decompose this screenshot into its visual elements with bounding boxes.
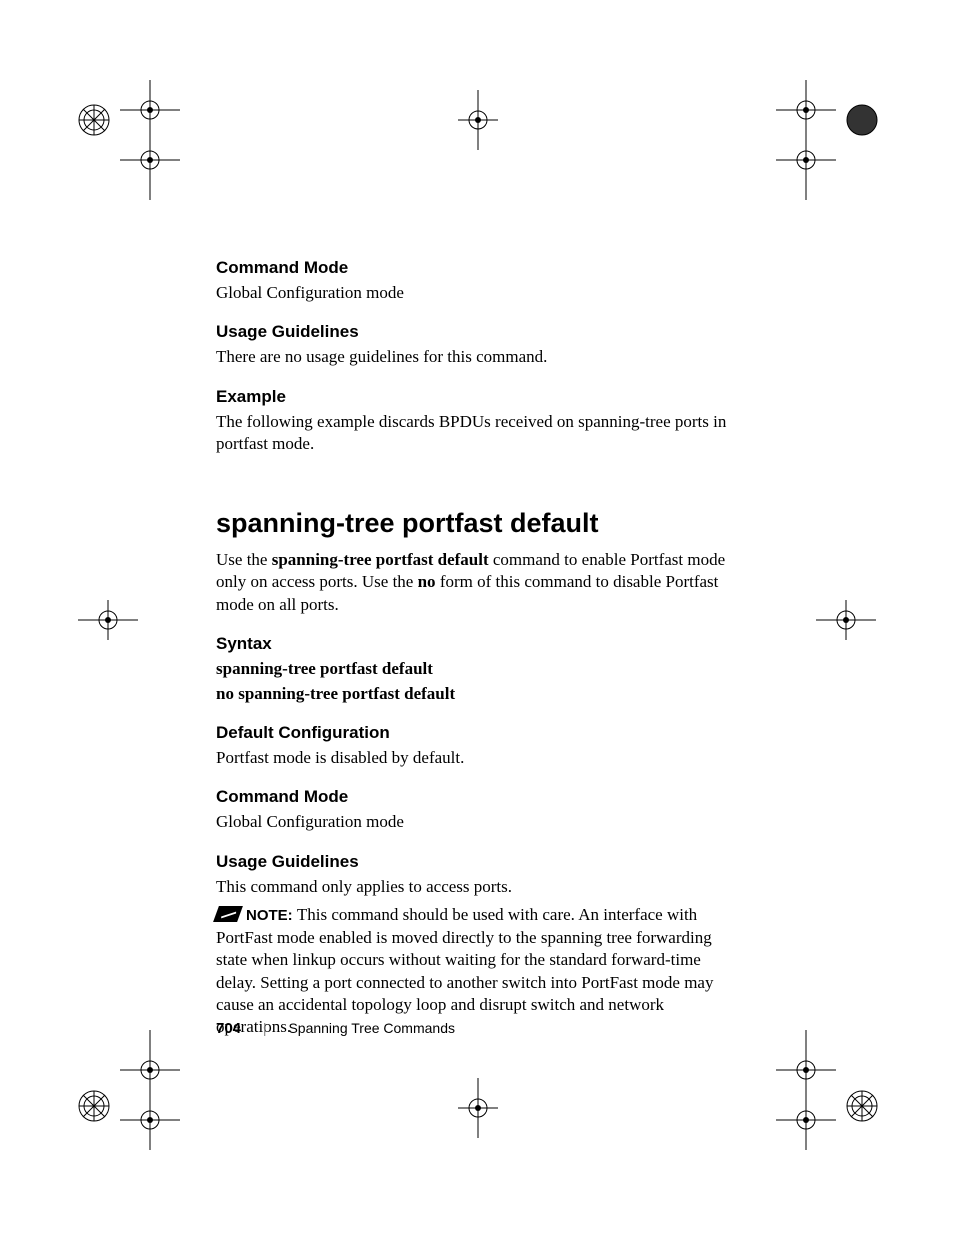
register-mark-icon [776, 80, 836, 200]
register-mark-icon [120, 1030, 180, 1150]
note-text: This command should be used with care. A… [216, 905, 713, 1036]
globe-mark-icon [846, 104, 878, 136]
text-main-intro: Use the spanning-tree portfast default c… [216, 549, 736, 616]
text-default-config: Portfast mode is disabled by default. [216, 747, 736, 769]
text-command-mode-1: Global Configuration mode [216, 282, 736, 304]
register-mark-icon [78, 600, 138, 640]
heading-default-config: Default Configuration [216, 723, 736, 743]
syntax-line-2: no spanning-tree portfast default [216, 683, 736, 705]
globe-mark-icon [78, 104, 110, 136]
register-mark-icon [458, 1078, 498, 1138]
register-mark-icon [816, 600, 876, 640]
globe-mark-icon [846, 1090, 878, 1122]
note-icon [213, 906, 243, 922]
page-footer: 704 | Spanning Tree Commands [216, 1020, 455, 1037]
syntax-line-1: spanning-tree portfast default [216, 658, 736, 680]
text-usage-1: There are no usage guidelines for this c… [216, 346, 736, 368]
text-usage-2: This command only applies to access port… [216, 876, 736, 898]
register-mark-icon [120, 80, 180, 200]
heading-main: spanning-tree portfast default [216, 508, 736, 539]
chapter-title: Spanning Tree Commands [288, 1020, 455, 1036]
globe-mark-icon [78, 1090, 110, 1122]
heading-syntax: Syntax [216, 634, 736, 654]
page-number: 704 [216, 1020, 241, 1037]
text-command-mode-2: Global Configuration mode [216, 811, 736, 833]
page-content: Command Mode Global Configuration mode U… [216, 258, 736, 1039]
text-example: The following example discards BPDUs rec… [216, 411, 736, 456]
footer-divider: | [263, 1020, 267, 1036]
note-block: NOTE: This command should be used with c… [216, 904, 736, 1039]
note-label: NOTE: [246, 907, 297, 924]
heading-command-mode-2: Command Mode [216, 787, 736, 807]
register-mark-icon [776, 1030, 836, 1150]
heading-command-mode-1: Command Mode [216, 258, 736, 278]
heading-usage-1: Usage Guidelines [216, 322, 736, 342]
heading-usage-2: Usage Guidelines [216, 852, 736, 872]
heading-example: Example [216, 387, 736, 407]
register-mark-icon [458, 90, 498, 150]
